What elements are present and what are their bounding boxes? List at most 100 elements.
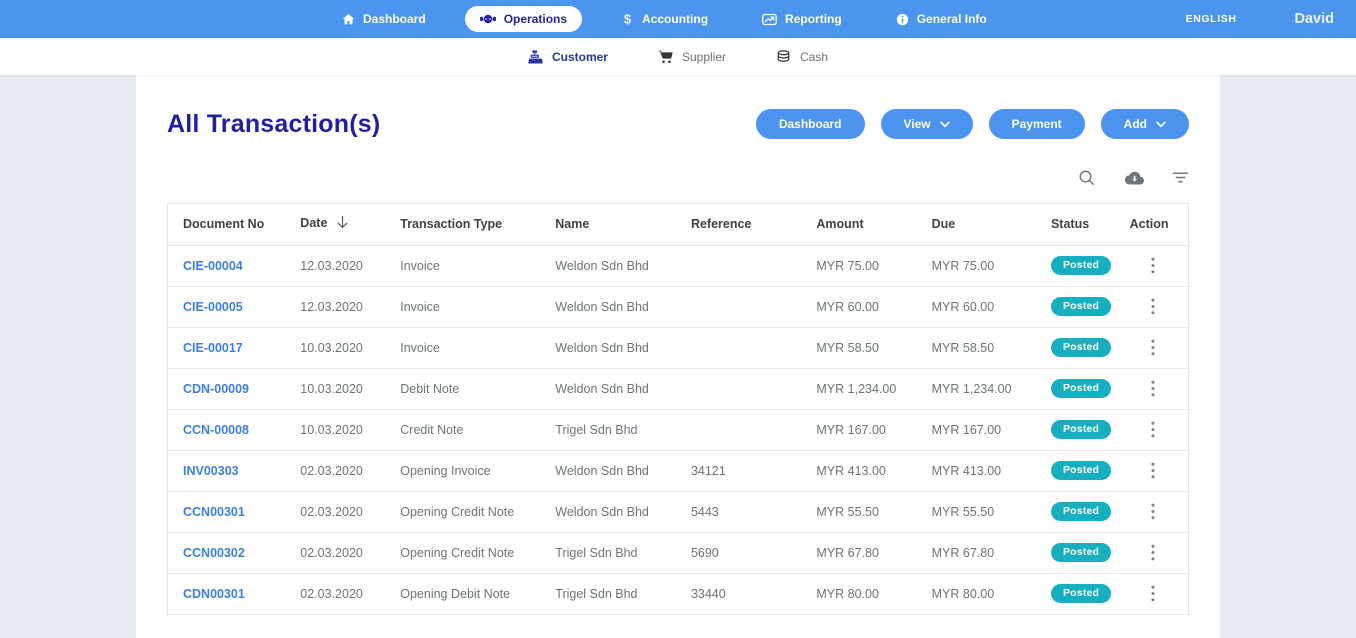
filter-icon[interactable]	[1172, 172, 1189, 183]
chevron-down-icon	[939, 121, 950, 128]
sort-desc-icon[interactable]	[336, 216, 349, 233]
amount-cell: MYR 58.50	[801, 327, 917, 369]
subnav-item-label: Customer	[551, 49, 608, 64]
nav-item-accounting[interactable]: $ Accounting	[606, 6, 723, 32]
nav-item-operations[interactable]: Operations	[464, 6, 583, 32]
page-title: All Transaction(s)	[167, 109, 381, 138]
table-row[interactable]: CIE-00017 10.03.2020 Invoice Weldon Sdn …	[168, 327, 1188, 369]
status-badge: Posted	[1050, 378, 1112, 399]
dollar-icon: $	[621, 12, 634, 26]
column-header-transaction_type[interactable]: Transaction Type	[385, 204, 541, 246]
transaction-type-cell: Opening Credit Note	[385, 532, 541, 574]
name-cell: Weldon Sdn Bhd	[540, 368, 676, 410]
due-cell: MYR 1,234.00	[916, 368, 1036, 410]
language-label: ENGLISH	[1185, 13, 1237, 25]
date-cell: 02.03.2020	[285, 573, 386, 615]
table-row[interactable]: CDN-00009 10.03.2020 Debit Note Weldon S…	[168, 368, 1188, 410]
reference-cell: 34121	[675, 450, 802, 492]
table-row[interactable]: INV00303 02.03.2020 Opening Invoice Weld…	[168, 450, 1188, 492]
document-no-link[interactable]: CIE-00017	[183, 341, 243, 355]
document-no-link[interactable]: CIE-00004	[183, 259, 243, 273]
reference-cell	[675, 286, 802, 328]
status-badge: Posted	[1050, 255, 1112, 276]
subnav-item-supplier[interactable]: Supplier	[658, 50, 726, 64]
kebab-menu-icon[interactable]	[1145, 501, 1161, 522]
document-no-link[interactable]: CCN00301	[183, 505, 245, 519]
name-cell: Weldon Sdn Bhd	[540, 327, 676, 369]
table-row[interactable]: CCN-00008 10.03.2020 Credit Note Trigel …	[168, 409, 1188, 451]
table-header-row: Document No Date Transaction Type Name Refer…	[168, 204, 1188, 246]
reference-cell	[675, 245, 802, 287]
column-header-reference[interactable]: Reference	[675, 204, 802, 246]
column-header-status[interactable]: Status	[1035, 204, 1122, 246]
date-cell: 12.03.2020	[285, 286, 386, 328]
due-cell: MYR 55.50	[916, 491, 1036, 533]
document-no-link[interactable]: CDN-00009	[183, 382, 249, 396]
kebab-menu-icon[interactable]	[1145, 460, 1161, 481]
button-label: Payment	[1011, 117, 1062, 131]
payment-button[interactable]: Payment	[988, 109, 1085, 139]
subnav-item-customer[interactable]: Customer	[528, 50, 608, 64]
transaction-type-cell: Credit Note	[385, 409, 541, 451]
kebab-menu-icon[interactable]	[1145, 296, 1161, 317]
kebab-menu-icon[interactable]	[1145, 542, 1161, 563]
document-no-link[interactable]: CDN00301	[183, 587, 245, 601]
transactions-tbody: CIE-00004 12.03.2020 Invoice Weldon Sdn …	[168, 245, 1188, 615]
nav-item-reporting[interactable]: Reporting	[747, 6, 857, 32]
nav-item-general-info[interactable]: General Info	[881, 6, 1002, 32]
table-row[interactable]: CIE-00004 12.03.2020 Invoice Weldon Sdn …	[168, 245, 1188, 287]
search-icon[interactable]	[1078, 169, 1095, 186]
document-no-link[interactable]: CCN-00008	[183, 423, 249, 437]
kebab-menu-icon[interactable]	[1145, 255, 1161, 276]
status-badge: Posted	[1050, 337, 1112, 358]
kebab-menu-icon[interactable]	[1145, 378, 1161, 399]
date-cell: 02.03.2020	[285, 450, 386, 492]
amount-cell: MYR 55.50	[801, 491, 917, 533]
cart-icon	[658, 50, 673, 64]
date-cell: 02.03.2020	[285, 491, 386, 533]
due-cell: MYR 60.00	[916, 286, 1036, 328]
document-no-link[interactable]: CCN00302	[183, 546, 245, 560]
reference-cell: 33440	[675, 573, 802, 615]
kebab-menu-icon[interactable]	[1145, 583, 1161, 604]
subnav-item-label: Supplier	[681, 49, 727, 64]
reference-cell	[675, 327, 802, 369]
column-header-name[interactable]: Name	[540, 204, 676, 246]
add-button[interactable]: Add	[1100, 109, 1189, 139]
amount-cell: MYR 60.00	[801, 286, 917, 328]
transaction-type-cell: Opening Credit Note	[385, 491, 541, 533]
table-row[interactable]: CCN00301 02.03.2020 Opening Credit Note …	[168, 491, 1188, 533]
transaction-type-cell: Invoice	[385, 245, 541, 287]
document-no-link[interactable]: CIE-00005	[183, 300, 243, 314]
table-row[interactable]: CDN00301 02.03.2020 Opening Debit Note T…	[168, 573, 1188, 615]
topnav-menu: Dashboard Operations $ Accounting Reporting G…	[327, 6, 1002, 32]
column-header-action[interactable]: Action	[1121, 204, 1188, 246]
topnav-right: ENGLISH David	[1186, 11, 1334, 27]
nav-item-dashboard[interactable]: Dashboard	[327, 6, 441, 32]
kebab-menu-icon[interactable]	[1145, 337, 1161, 358]
due-cell: MYR 167.00	[916, 409, 1036, 451]
status-badge: Posted	[1050, 296, 1112, 317]
document-no-link[interactable]: INV00303	[183, 464, 239, 478]
language-selector[interactable]: ENGLISH	[1186, 13, 1244, 25]
button-label: View	[903, 117, 931, 131]
kebab-menu-icon[interactable]	[1145, 419, 1161, 440]
column-header-document_no[interactable]: Document No	[168, 204, 286, 246]
nav-item-label: General Info	[916, 12, 987, 26]
dashboard-button[interactable]: Dashboard	[755, 109, 865, 139]
user-name[interactable]: David	[1295, 11, 1335, 27]
status-badge: Posted	[1050, 501, 1112, 522]
subnav-item-cash[interactable]: Cash	[776, 50, 828, 64]
table-row[interactable]: CCN00302 02.03.2020 Opening Credit Note …	[168, 532, 1188, 574]
column-header-date[interactable]: Date	[285, 204, 386, 246]
cloud-download-icon[interactable]	[1122, 170, 1145, 186]
column-header-amount[interactable]: Amount	[801, 204, 917, 246]
amount-cell: MYR 67.80	[801, 532, 917, 574]
table-row[interactable]: CIE-00005 12.03.2020 Invoice Weldon Sdn …	[168, 286, 1188, 328]
amount-cell: MYR 413.00	[801, 450, 917, 492]
operations-icon	[479, 13, 496, 25]
view-button[interactable]: View	[880, 109, 973, 139]
column-header-due[interactable]: Due	[916, 204, 1036, 246]
date-cell: 10.03.2020	[285, 327, 386, 369]
amount-cell: MYR 75.00	[801, 245, 917, 287]
